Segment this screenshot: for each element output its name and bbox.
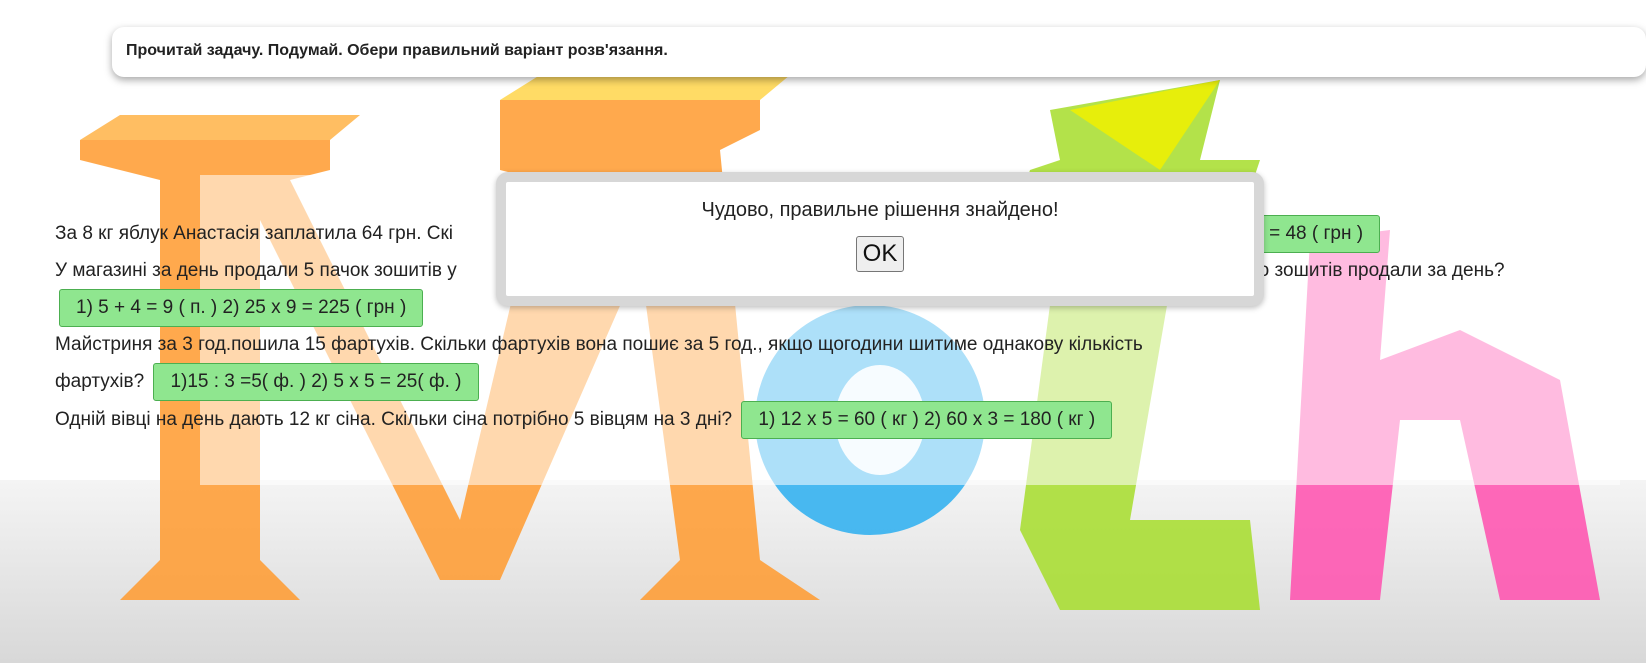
success-dialog: Чудово, правильне рішення знайдено! OK xyxy=(496,172,1264,306)
task-question: За 8 кг яблук Анастасія заплатила 64 грн… xyxy=(55,223,454,245)
instruction-text: Прочитай задачу. Подумай. Обери правильн… xyxy=(126,42,668,59)
task-item-4: Одній вівці на день дають 12 кг сіна. Ск… xyxy=(55,401,1575,439)
instruction-bar: Прочитай задачу. Подумай. Обери правильн… xyxy=(112,27,1646,77)
ok-button[interactable]: OK xyxy=(855,236,905,272)
answer-option[interactable]: 1)15 : 3 =5( ф. ) 2) 5 х 5 = 25( ф. ) xyxy=(153,363,479,401)
task-question: У магазині за день продали 5 пачок зошит… xyxy=(55,260,457,281)
dialog-message: Чудово, правильне рішення знайдено! xyxy=(701,199,1059,221)
task-question: Одній вівці на день дають 12 кг сіна. Ск… xyxy=(55,409,733,431)
answer-option[interactable]: 1) 12 х 5 = 60 ( кг ) 2) 60 х 3 = 180 ( … xyxy=(741,401,1113,439)
task-item-3: Майстриня за 3 год.пошила 15 фартухів. С… xyxy=(55,327,1215,401)
answer-option[interactable]: 1) 5 + 4 = 9 ( п. ) 2) 25 х 9 = 225 ( гр… xyxy=(59,289,424,327)
